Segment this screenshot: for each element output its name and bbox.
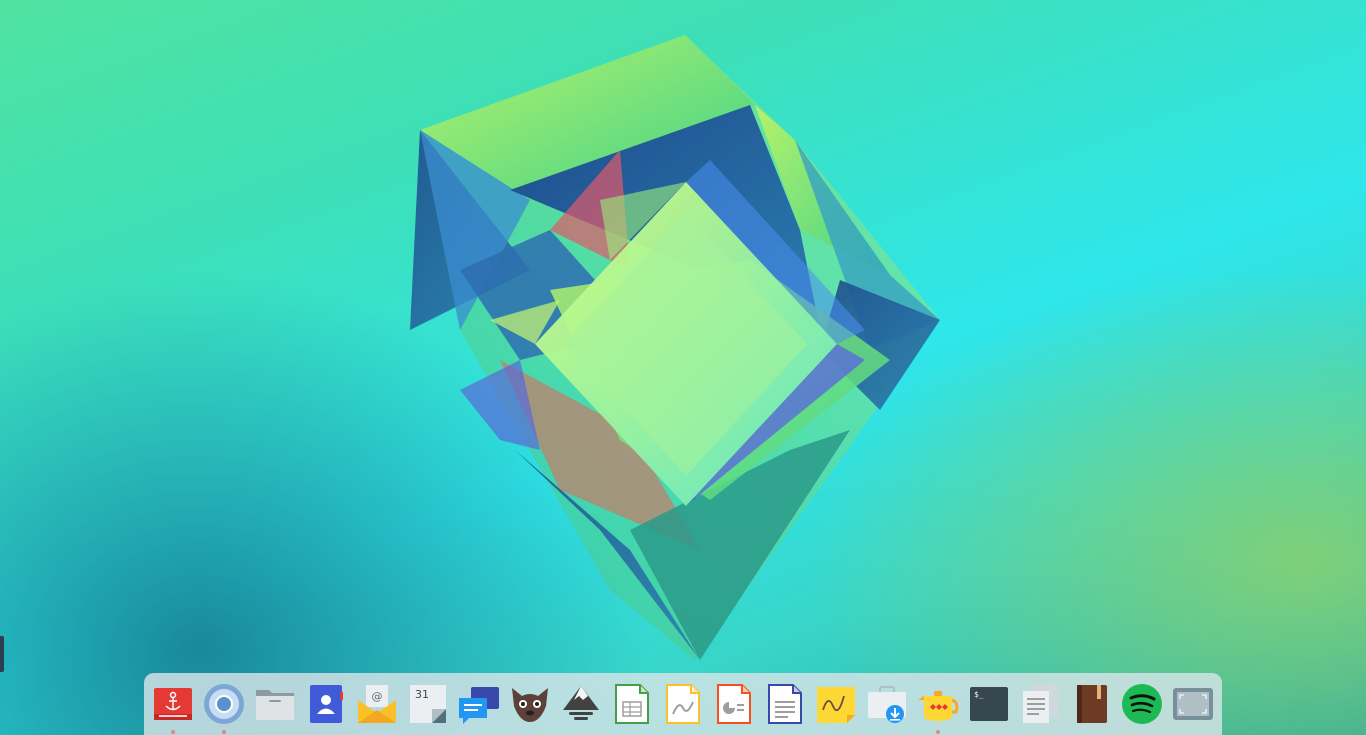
dock-item-files[interactable] bbox=[252, 681, 298, 727]
running-indicator bbox=[171, 730, 175, 734]
dock-item-terminal[interactable]: $_ bbox=[966, 681, 1012, 727]
svg-text:@: @ bbox=[372, 690, 383, 703]
software-center-icon bbox=[868, 686, 906, 723]
anchor-icon bbox=[154, 688, 192, 720]
dock-item-notes[interactable] bbox=[813, 681, 859, 727]
dock-item-text-editor[interactable] bbox=[1017, 681, 1063, 727]
contacts-icon bbox=[310, 685, 343, 723]
calendar-day-label: 31 bbox=[415, 688, 429, 701]
dock-item-writer[interactable] bbox=[762, 681, 808, 727]
dock: @ 31 $_ bbox=[144, 673, 1222, 735]
dock-item-impress[interactable] bbox=[711, 681, 757, 727]
dock-item-chromium[interactable] bbox=[201, 681, 247, 734]
dock-item-screenshot[interactable] bbox=[1170, 681, 1216, 727]
dock-item-book-reader[interactable] bbox=[1068, 681, 1114, 727]
presentation-icon bbox=[717, 684, 751, 724]
dock-item-calc[interactable] bbox=[609, 681, 655, 727]
chromium-icon bbox=[204, 684, 244, 724]
document-icon bbox=[768, 684, 802, 724]
dock-item-inkscape[interactable] bbox=[558, 681, 604, 727]
chat-icon bbox=[459, 687, 499, 724]
dock-item-spotify[interactable] bbox=[1119, 681, 1165, 727]
terminal-prompt-label: $_ bbox=[974, 690, 984, 699]
gimp-icon bbox=[512, 688, 548, 722]
spreadsheet-icon bbox=[615, 684, 649, 724]
dock-item-calendar[interactable]: 31 bbox=[405, 681, 451, 727]
book-icon bbox=[1077, 685, 1107, 723]
left-edge-handle[interactable] bbox=[0, 636, 4, 672]
text-editor-icon bbox=[1023, 685, 1058, 723]
spotify-icon bbox=[1122, 684, 1162, 724]
inkscape-icon bbox=[563, 686, 599, 720]
desktop[interactable]: @ 31 $_ bbox=[0, 0, 1366, 735]
terminal-icon: $_ bbox=[970, 687, 1008, 721]
dock-item-software[interactable] bbox=[864, 681, 910, 727]
draw-icon bbox=[666, 684, 700, 724]
running-indicator bbox=[936, 730, 940, 734]
dock-item-mail[interactable]: @ bbox=[354, 681, 400, 727]
dock-item-anchor[interactable] bbox=[150, 681, 196, 734]
dock-item-contacts[interactable] bbox=[303, 681, 349, 727]
mail-icon: @ bbox=[358, 685, 396, 723]
teapot-icon bbox=[918, 691, 959, 721]
wallpaper-crystal-art bbox=[410, 35, 940, 660]
dock-item-draw[interactable] bbox=[660, 681, 706, 727]
running-indicator bbox=[222, 730, 226, 734]
sticky-note-icon bbox=[817, 687, 855, 723]
dock-item-messaging[interactable] bbox=[456, 681, 502, 727]
dock-item-tea[interactable] bbox=[915, 681, 961, 734]
screenshot-icon bbox=[1173, 688, 1213, 720]
dock-item-gimp[interactable] bbox=[507, 681, 553, 727]
folder-icon bbox=[256, 690, 294, 720]
calendar-icon: 31 bbox=[410, 685, 446, 723]
